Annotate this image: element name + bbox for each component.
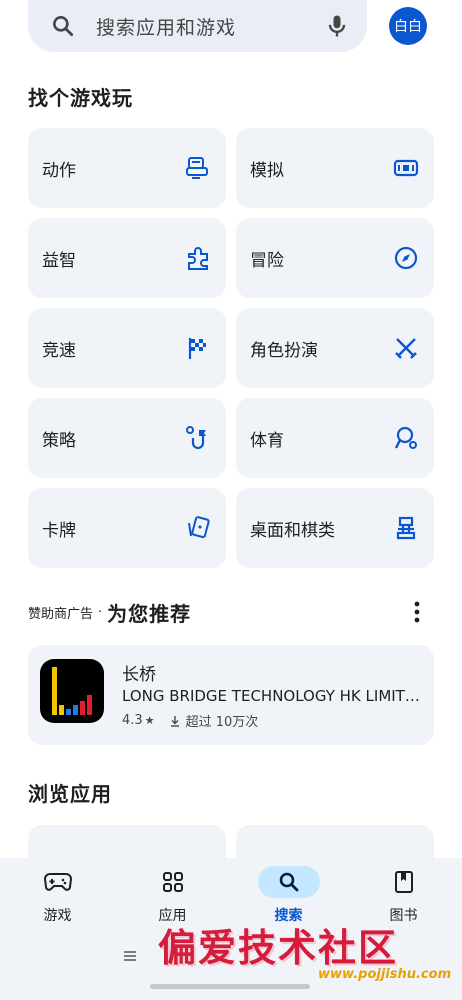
games-section-title: 找个游戏玩 <box>28 86 133 110</box>
category-label: 竞速 <box>42 341 76 361</box>
recommend-header: 赞助商广告 · 为您推荐 <box>28 598 191 626</box>
category-puzzle[interactable]: 益智 <box>28 218 226 298</box>
avatar[interactable]: 白白 <box>389 7 427 45</box>
app-developer: LONG BRIDGE TECHNOLOGY HK LIMIT… <box>122 687 420 705</box>
strategy-icon <box>186 426 206 450</box>
nav-games[interactable]: 游戏 <box>0 858 115 938</box>
app-name: 长桥 <box>122 665 156 685</box>
browse-section-title: 浏览应用 <box>28 782 112 806</box>
category-board[interactable]: 桌面和棋类 <box>236 488 434 568</box>
category-label: 角色扮演 <box>250 341 318 361</box>
app-icon <box>40 659 104 723</box>
recommended-app-card[interactable]: 长桥 LONG BRIDGE TECHNOLOGY HK LIMIT… 4.3 … <box>28 645 434 745</box>
home-indicator[interactable] <box>150 984 310 989</box>
chess-piece-icon <box>396 516 416 540</box>
more-vert-icon[interactable] <box>405 598 429 626</box>
category-label: 冒险 <box>250 251 284 271</box>
app-downloads: 超过 10万次 <box>185 715 259 730</box>
nav-pill <box>27 866 89 898</box>
cards-icon <box>188 516 210 539</box>
category-label: 动作 <box>42 161 76 181</box>
action-game-icon <box>186 157 208 179</box>
gamepad-icon <box>43 873 72 891</box>
search-icon <box>53 16 74 37</box>
apps-grid-icon <box>162 872 183 892</box>
sponsored-label: 赞助商广告 <box>28 606 94 622</box>
nav-label: 游戏 <box>43 908 72 924</box>
system-menu-icon[interactable] <box>122 948 138 964</box>
sports-icon <box>394 426 417 449</box>
simulation-icon <box>393 159 419 177</box>
category-racing[interactable]: 竞速 <box>28 308 226 388</box>
category-role-playing[interactable]: 角色扮演 <box>236 308 434 388</box>
recommend-title: 为您推荐 <box>107 601 192 626</box>
longbridge-logo <box>52 667 92 715</box>
checkered-flag-icon <box>188 338 206 359</box>
category-adventure[interactable]: 冒险 <box>236 218 434 298</box>
category-label: 桌面和棋类 <box>250 521 335 541</box>
app-rating: 4.3 <box>122 713 143 728</box>
puzzle-icon <box>188 247 208 270</box>
nav-pill <box>142 866 204 898</box>
app-meta: 4.3 ★ 超过 10万次 <box>122 711 258 730</box>
nav-pill <box>257 866 320 898</box>
category-simulation[interactable]: 模拟 <box>236 128 434 208</box>
download-icon <box>170 715 179 727</box>
microphone-icon[interactable] <box>323 12 351 40</box>
book-icon <box>394 871 413 893</box>
separator-dot: · <box>98 604 103 620</box>
search-bar[interactable]: 搜索应用和游戏 <box>28 0 367 52</box>
compass-icon <box>394 246 418 270</box>
category-label: 卡牌 <box>42 521 76 541</box>
category-label: 益智 <box>42 251 76 271</box>
search-icon <box>279 872 298 892</box>
search-placeholder[interactable]: 搜索应用和游戏 <box>96 13 236 40</box>
category-label: 策略 <box>42 431 76 451</box>
nav-pill <box>373 866 435 898</box>
category-label: 体育 <box>250 431 284 451</box>
category-sports[interactable]: 体育 <box>236 398 434 478</box>
category-action[interactable]: 动作 <box>28 128 226 208</box>
star-icon: ★ <box>144 714 155 727</box>
category-cards[interactable]: 卡牌 <box>28 488 226 568</box>
watermark-url: www.pojjishu.com <box>318 967 452 982</box>
watermark-text: 偏爱技术社区 <box>158 925 399 970</box>
crossed-swords-icon <box>395 338 417 359</box>
category-label: 模拟 <box>250 161 284 181</box>
category-strategy[interactable]: 策略 <box>28 398 226 478</box>
